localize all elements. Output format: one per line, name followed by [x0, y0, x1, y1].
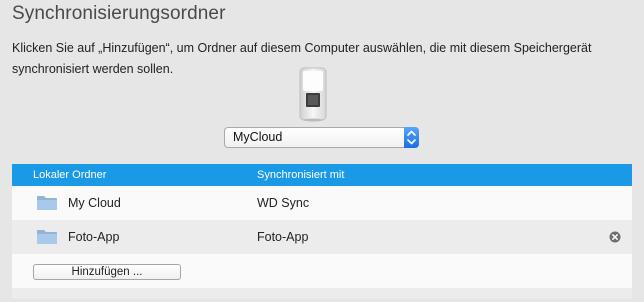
synced-with-value: Foto-App [257, 230, 309, 244]
local-folder-name: Foto-App [68, 230, 120, 244]
remove-icon[interactable] [609, 231, 621, 243]
sync-folders-table: Lokaler Ordner Synchronisiert mit My Clo… [12, 164, 632, 299]
table-header: Lokaler Ordner Synchronisiert mit [12, 164, 632, 186]
column-header-local-folder[interactable]: Lokaler Ordner [33, 169, 106, 181]
table-row[interactable]: Foto-App Foto-App [12, 220, 632, 254]
add-row: Hinzufügen ... [12, 254, 632, 288]
column-header-synced-with[interactable]: Synchronisiert mit [257, 169, 344, 181]
select-arrows-icon [404, 127, 419, 148]
table-row[interactable]: My Cloud WD Sync [12, 186, 632, 220]
device-select[interactable]: MyCloud [224, 127, 419, 148]
local-folder-name: My Cloud [68, 196, 121, 210]
nas-device-icon [299, 67, 327, 122]
add-folder-button[interactable]: Hinzufügen ... [33, 264, 181, 280]
folder-icon [36, 195, 58, 211]
synced-with-value: WD Sync [257, 196, 310, 210]
folder-icon [36, 229, 58, 245]
table-footer-strip [12, 288, 632, 299]
page-title: Synchronisierungsordner [12, 3, 226, 24]
device-select-value: MyCloud [233, 130, 283, 144]
